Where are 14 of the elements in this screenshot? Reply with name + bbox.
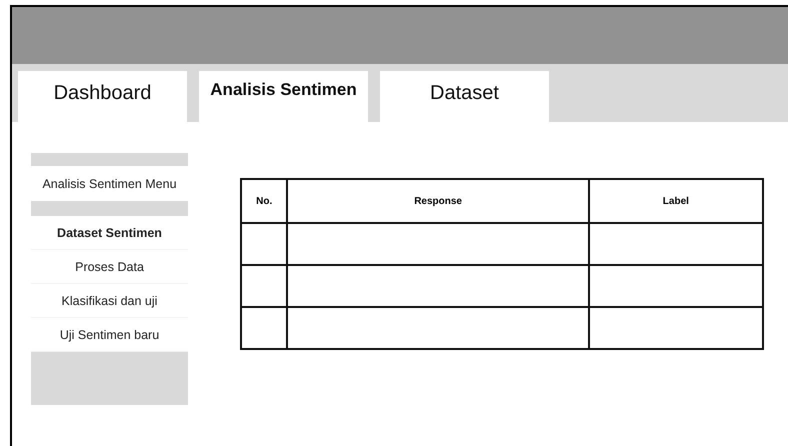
empty-cell: [241, 265, 288, 307]
empty-cell: [241, 307, 288, 349]
sidebar-item[interactable]: Klasifikasi dan uji: [31, 284, 188, 318]
sidebar-item[interactable]: Proses Data: [31, 250, 188, 284]
tab[interactable]: Analisis Sentimen: [199, 71, 368, 122]
sidebar-item[interactable]: Dataset Sentimen: [31, 216, 188, 250]
sidebar-item[interactable]: Uji Sentimen baru: [31, 318, 188, 352]
sidebar-title: Analisis Sentimen Menu: [31, 166, 188, 201]
tab[interactable]: Dataset: [380, 71, 549, 122]
column-header: Response: [287, 179, 589, 223]
tab[interactable]: Dashboard: [18, 71, 187, 122]
empty-cell: [241, 223, 288, 265]
column-header: Label: [588, 179, 763, 223]
column-header: No.: [241, 179, 288, 223]
